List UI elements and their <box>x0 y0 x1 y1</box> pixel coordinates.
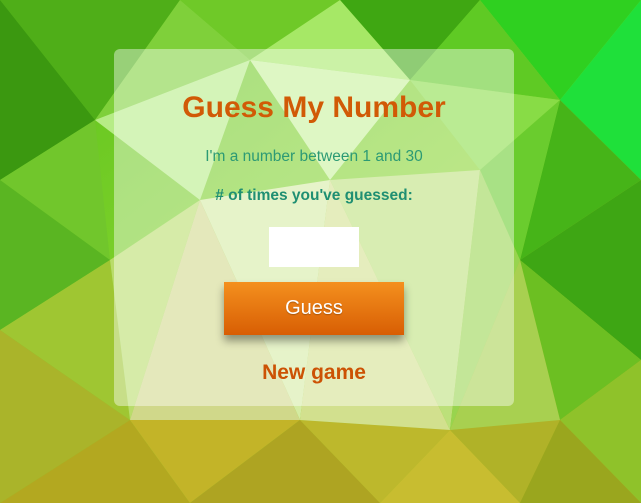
guess-button[interactable]: Guess <box>224 282 404 335</box>
new-game-link[interactable]: New game <box>114 360 514 386</box>
guess-input[interactable] <box>269 227 359 267</box>
game-title: Guess My Number <box>182 91 446 124</box>
range-hint: I'm a number between 1 and 30 <box>205 148 423 165</box>
game-card: Guess My Number I'm a number between 1 a… <box>114 49 514 406</box>
guess-count-label: # of times you've guessed: <box>215 187 413 204</box>
